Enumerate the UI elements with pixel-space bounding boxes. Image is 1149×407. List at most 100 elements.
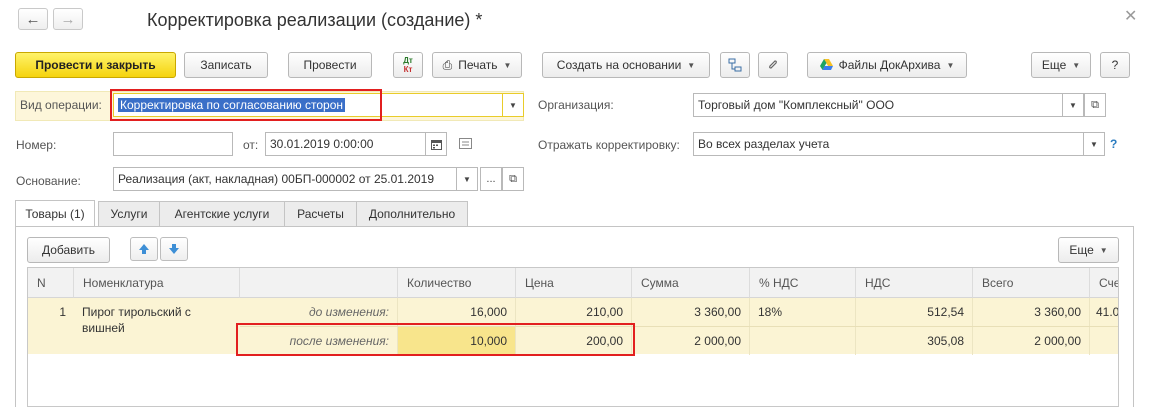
back-button[interactable]: ← bbox=[18, 8, 48, 30]
after-quantity[interactable]: 10,000 bbox=[398, 327, 516, 355]
number-field[interactable] bbox=[113, 132, 233, 156]
move-up-button[interactable] bbox=[130, 237, 158, 261]
close-icon[interactable]: ✕ bbox=[1124, 6, 1137, 26]
goods-table: N Номенклатура Количество Цена Сумма % Н… bbox=[27, 267, 1119, 407]
organization-label: Организация: bbox=[538, 98, 614, 112]
structure-button[interactable] bbox=[720, 52, 750, 78]
column-header-sum[interactable]: Сумма bbox=[632, 268, 750, 298]
basis-select-button[interactable]: ... bbox=[480, 167, 502, 191]
tab-agent-services[interactable]: Агентские услуги bbox=[159, 201, 285, 226]
comment-icon[interactable] bbox=[459, 138, 472, 152]
before-account[interactable]: 41.0 bbox=[1090, 298, 1118, 326]
basis-dropdown-button[interactable]: ▼ bbox=[456, 167, 478, 191]
chevron-down-icon: ▼ bbox=[1069, 100, 1077, 110]
printer-icon: ⎙ bbox=[442, 57, 453, 72]
column-header-n[interactable]: N bbox=[28, 268, 74, 298]
create-based-label: Создать на основании bbox=[556, 58, 682, 72]
move-down-button[interactable] bbox=[160, 237, 188, 261]
print-button[interactable]: ⎙ Печать ▼ bbox=[432, 52, 522, 78]
basis-open-button[interactable]: ⧉ bbox=[502, 167, 524, 191]
help-button[interactable]: ? bbox=[1100, 52, 1130, 78]
drive-icon bbox=[819, 59, 833, 70]
structure-icon bbox=[728, 58, 742, 72]
kt-label: Кт bbox=[403, 65, 413, 74]
files-archive-button[interactable]: Файлы ДокАрхива ▼ bbox=[807, 52, 967, 78]
basis-value: Реализация (акт, накладная) 00БП-000002 … bbox=[118, 172, 435, 186]
before-vat-rate[interactable]: 18% bbox=[750, 298, 856, 326]
after-vat[interactable]: 305,08 bbox=[856, 327, 973, 355]
chevron-down-icon: ▼ bbox=[687, 60, 696, 70]
forward-button[interactable]: → bbox=[53, 8, 83, 30]
column-header-vat[interactable]: НДС bbox=[856, 268, 973, 298]
after-vat-rate[interactable] bbox=[750, 327, 856, 355]
reflect-correction-value: Во всех разделах учета bbox=[698, 137, 830, 151]
organization-open-button[interactable]: ⧉ bbox=[1084, 93, 1106, 117]
row-item-name[interactable]: Пирог тирольский с вишней bbox=[74, 304, 240, 336]
tab-goods[interactable]: Товары (1) bbox=[15, 200, 95, 227]
column-header-vat-rate[interactable]: % НДС bbox=[750, 268, 856, 298]
dt-label: Дт bbox=[403, 56, 413, 65]
paperclip-icon bbox=[769, 60, 777, 69]
open-icon: ⧉ bbox=[1091, 98, 1099, 111]
files-label: Файлы ДокАрхива bbox=[838, 58, 941, 72]
organization-value: Торговый дом "Комплексный" ООО bbox=[698, 98, 895, 112]
column-header-quantity[interactable]: Количество bbox=[398, 268, 516, 298]
reflect-help-icon[interactable]: ? bbox=[1110, 137, 1117, 151]
column-header-item[interactable]: Номенклатура bbox=[74, 268, 240, 298]
tab-settlements[interactable]: Расчеты bbox=[284, 201, 357, 226]
column-header-price[interactable]: Цена bbox=[516, 268, 632, 298]
before-total[interactable]: 3 360,00 bbox=[973, 298, 1090, 326]
before-vat[interactable]: 512,54 bbox=[856, 298, 973, 326]
organization-field[interactable]: Торговый дом "Комплексный" ООО bbox=[693, 93, 1065, 117]
operation-dropdown-button[interactable]: ▼ bbox=[502, 93, 524, 117]
column-header-state[interactable] bbox=[240, 268, 398, 298]
column-header-total[interactable]: Всего bbox=[973, 268, 1090, 298]
calendar-button[interactable] bbox=[425, 132, 447, 156]
create-based-on-button[interactable]: Создать на основании ▼ bbox=[542, 52, 710, 78]
arrow-down-icon bbox=[169, 244, 179, 254]
number-label: Номер: bbox=[16, 138, 57, 152]
column-header-account[interactable]: Сче bbox=[1090, 268, 1118, 298]
chevron-down-icon: ▼ bbox=[1090, 139, 1098, 149]
post-button[interactable]: Провести bbox=[288, 52, 372, 78]
after-total[interactable]: 2 000,00 bbox=[973, 327, 1090, 355]
tab-services[interactable]: Услуги bbox=[98, 201, 160, 226]
reflect-correction-field[interactable]: Во всех разделах учета bbox=[693, 132, 1085, 156]
tab-additional[interactable]: Дополнительно bbox=[356, 201, 468, 226]
chevron-down-icon: ▼ bbox=[946, 60, 955, 70]
attach-button[interactable] bbox=[758, 52, 788, 78]
after-price[interactable]: 200,00 bbox=[516, 327, 632, 355]
more-button[interactable]: Еще ▼ bbox=[1031, 52, 1091, 78]
chevron-down-icon: ▼ bbox=[509, 100, 517, 110]
dt-kt-button[interactable]: Дт Кт bbox=[393, 52, 423, 78]
window-title: Корректировка реализации (создание) * bbox=[147, 10, 483, 30]
table-more-label: Еще bbox=[1069, 243, 1094, 257]
before-price[interactable]: 210,00 bbox=[516, 298, 632, 326]
operation-label: Вид операции: bbox=[20, 98, 102, 112]
after-sum[interactable]: 2 000,00 bbox=[632, 327, 750, 355]
save-button[interactable]: Записать bbox=[184, 52, 268, 78]
post-and-close-button[interactable]: Провести и закрыть bbox=[15, 52, 176, 78]
print-label: Печать bbox=[458, 58, 498, 72]
before-sum[interactable]: 3 360,00 bbox=[632, 298, 750, 326]
add-row-button[interactable]: Добавить bbox=[27, 237, 110, 263]
after-change-label: после изменения: bbox=[240, 327, 398, 355]
table-more-button[interactable]: Еще ▼ bbox=[1058, 237, 1119, 263]
date-field[interactable]: 30.01.2019 0:00:00 bbox=[265, 132, 427, 156]
date-value: 30.01.2019 0:00:00 bbox=[270, 137, 374, 151]
reflect-correction-label: Отражать корректировку: bbox=[538, 138, 680, 152]
organization-dropdown-button[interactable]: ▼ bbox=[1062, 93, 1084, 117]
operation-field[interactable]: Корректировка по согласованию сторон bbox=[113, 93, 503, 117]
before-quantity[interactable]: 16,000 bbox=[398, 298, 516, 326]
calendar-icon bbox=[430, 139, 442, 150]
chevron-down-icon: ▼ bbox=[1099, 245, 1108, 255]
more-label: Еще bbox=[1041, 58, 1067, 72]
chevron-down-icon: ▼ bbox=[503, 60, 512, 70]
row-number: 1 bbox=[59, 305, 66, 319]
date-from-label: от: bbox=[243, 138, 259, 152]
basis-label: Основание: bbox=[16, 174, 81, 188]
arrow-up-icon bbox=[139, 244, 149, 254]
basis-field[interactable]: Реализация (акт, накладная) 00БП-000002 … bbox=[113, 167, 458, 191]
arrow-right-icon: → bbox=[60, 10, 76, 28]
reflect-correction-dropdown-button[interactable]: ▼ bbox=[1083, 132, 1105, 156]
